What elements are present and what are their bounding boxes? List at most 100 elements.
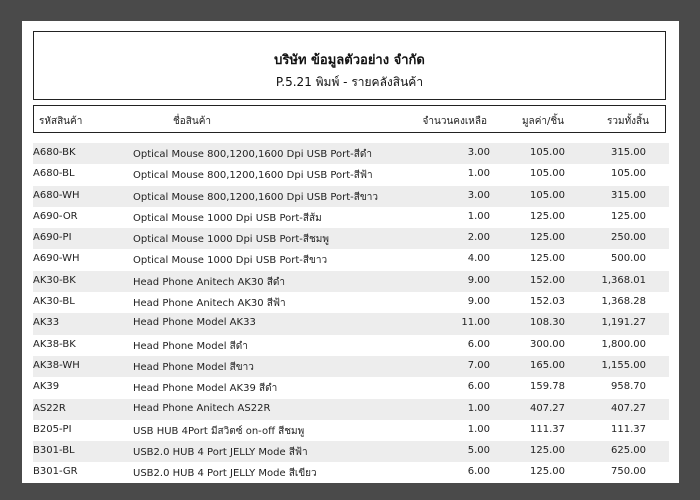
cell-total: 1,368.28 — [601, 296, 646, 308]
cell-unit-price: 152.03 — [530, 296, 565, 308]
table-row: B301-BL USB2.0 HUB 4 Port JELLY Mode สีฟ้… — [33, 441, 669, 463]
cell-qty: 3.00 — [467, 147, 490, 158]
cell-name: USB HUB 4Port มีสวิตซ์ on-off สีชมพู — [133, 425, 305, 437]
cell-unit-price: 159.78 — [530, 381, 565, 393]
cell-qty: 6.00 — [467, 338, 490, 350]
column-header-total: รวมทั้งสิ้น — [607, 116, 649, 127]
table-row: AK38-WH Head Phone Model สีขาว 7.00 165.00 1… — [33, 355, 669, 378]
table-row: AK30-BK Head Phone Anitech AK30 สีดำ 9.00 1… — [33, 270, 669, 293]
cell-code: A680-WH — [33, 189, 80, 201]
cell-code: A690-OR — [33, 210, 78, 222]
report-subtitle: P.5.21 พิมพ์ - รายคลังสินค้า — [275, 75, 424, 89]
cell-name: Optical Mouse 1000 Dpi USB Port-สีชมพู — [133, 234, 329, 246]
cell-name: USB2.0 HUB 4 Port JELLY Mode สีเขียว — [133, 468, 317, 480]
company-name: บริษัท ข้อมูลตัวอย่าง จำกัด — [274, 53, 425, 68]
cell-name: Optical Mouse 1000 Dpi USB Port-สีส้ม — [133, 212, 322, 224]
cell-total: 1,155.00 — [601, 359, 646, 371]
cell-unit-price: 300.00 — [530, 338, 565, 350]
cell-qty: 9.00 — [467, 296, 490, 308]
cell-unit-price: 108.30 — [530, 317, 565, 329]
column-header-code: รหัสสินค้า — [39, 116, 83, 127]
cell-unit-price: 105.00 — [530, 147, 565, 158]
cell-qty: 4.00 — [467, 253, 490, 265]
cell-code: A690-PI — [33, 232, 72, 244]
cell-total: 105.00 — [611, 168, 646, 180]
cell-qty: 11.00 — [461, 317, 490, 329]
cell-total: 407.27 — [611, 402, 646, 414]
table-row: A690-WH Optical Mouse 1000 Dpi USB Port-ส… — [33, 249, 669, 270]
table-row: A680-WH Optical Mouse 800,1200,1600 Dpi U… — [33, 185, 669, 207]
cell-code: B205-PI — [33, 423, 72, 435]
cell-unit-price: 105.00 — [530, 189, 565, 201]
cell-unit-price: 111.37 — [530, 423, 565, 435]
cell-total: 625.00 — [611, 445, 646, 457]
cell-code: A680-BK — [33, 147, 76, 158]
table-header: รหัสสินค้า ชื่อสินค้า จำนวนคงเหลือ มูลค่… — [33, 105, 666, 133]
cell-name: Head Phone Model สีดำ — [133, 340, 248, 352]
cell-name: Head Phone Anitech AS22R — [133, 402, 271, 414]
table-row: AK38-BK Head Phone Model สีดำ 6.00 300.00 1,… — [33, 335, 669, 356]
cell-code: AK30-BL — [33, 296, 75, 308]
cell-code: B301-BL — [33, 445, 75, 457]
cell-qty: 1.00 — [467, 210, 490, 222]
table-row: A680-BK Optical Mouse 800,1200,1600 Dpi U… — [33, 143, 669, 165]
table-row: AK33 Head Phone Model AK33 11.00 108.30 1,19… — [33, 313, 669, 335]
cell-qty: 3.00 — [467, 189, 490, 201]
column-header-unit-price: มูลค่า/ชิ้น — [521, 116, 564, 127]
cell-qty: 2.00 — [467, 232, 490, 244]
cell-code: AS22R — [33, 402, 66, 414]
column-header-qty: จำนวนคงเหลือ — [422, 116, 487, 127]
cell-qty: 6.00 — [467, 466, 490, 478]
cell-total: 958.70 — [611, 381, 646, 393]
cell-qty: 5.00 — [467, 445, 490, 457]
cell-name: Head Phone Model AK39 สีดำ — [133, 383, 278, 395]
cell-unit-price: 125.00 — [530, 253, 565, 265]
cell-total: 125.00 — [611, 210, 646, 222]
cell-name: Optical Mouse 800,1200,1600 Dpi USB Port… — [133, 149, 373, 160]
cell-qty: 1.00 — [467, 402, 490, 414]
table-row: AK30-BL Head Phone Anitech AK30 สีฟ้า 9.00… — [33, 292, 669, 313]
column-header-name: ชื่อสินค้า — [173, 116, 212, 127]
cell-total: 1,368.01 — [601, 274, 646, 286]
report-title-box: บริษัท ข้อมูลตัวอย่าง จำกัด P.5.21 พิมพ์… — [33, 31, 666, 100]
cell-code: A690-WH — [33, 253, 80, 265]
table-row: A680-BL Optical Mouse 800,1200,1600 Dpi U… — [33, 164, 669, 185]
cell-code: AK30-BK — [33, 274, 76, 286]
cell-name: Head Phone Model สีขาว — [133, 361, 254, 373]
cell-qty: 7.00 — [467, 359, 490, 371]
cell-unit-price: 125.00 — [530, 232, 565, 244]
cell-name: Head Phone Model AK33 — [133, 317, 256, 329]
cell-code: AK38-WH — [33, 359, 80, 371]
cell-total: 1,800.00 — [601, 338, 646, 350]
cell-unit-price: 152.00 — [530, 274, 565, 286]
cell-total: 315.00 — [611, 189, 646, 201]
table-body: A680-BK Optical Mouse 800,1200,1600 Dpi U… — [33, 143, 669, 483]
cell-qty: 9.00 — [467, 274, 490, 286]
table-row: AK39 Head Phone Model AK39 สีดำ 6.00 159.78… — [33, 377, 669, 398]
cell-total: 250.00 — [611, 232, 646, 244]
cell-name: Optical Mouse 1000 Dpi USB Port-สีขาว — [133, 255, 328, 267]
cell-unit-price: 125.00 — [530, 445, 565, 457]
report-page: บริษัท ข้อมูลตัวอย่าง จำกัด P.5.21 พิมพ์… — [22, 21, 679, 483]
table-row: B205-PI USB HUB 4Port มีสวิตซ์ on-off สีช… — [33, 420, 669, 441]
cell-unit-price: 407.27 — [530, 402, 565, 414]
cell-code: AK39 — [33, 381, 60, 393]
cell-code: B301-GR — [33, 466, 78, 478]
cell-total: 1,191.27 — [601, 317, 646, 329]
table-row: B301-GR USB2.0 HUB 4 Port JELLY Mode สีเข… — [33, 462, 669, 483]
cell-name: Optical Mouse 800,1200,1600 Dpi USB Port… — [133, 191, 378, 203]
cell-code: AK38-BK — [33, 338, 76, 350]
cell-total: 111.37 — [611, 423, 646, 435]
cell-name: USB2.0 HUB 4 Port JELLY Mode สีฟ้า — [133, 447, 308, 459]
cell-qty: 6.00 — [467, 381, 490, 393]
cell-unit-price: 165.00 — [530, 359, 565, 371]
cell-total: 500.00 — [611, 253, 646, 265]
cell-code: A680-BL — [33, 168, 75, 180]
cell-total: 315.00 — [611, 147, 646, 158]
cell-unit-price: 105.00 — [530, 168, 565, 180]
cell-unit-price: 125.00 — [530, 466, 565, 478]
cell-total: 750.00 — [611, 466, 646, 478]
cell-name: Optical Mouse 800,1200,1600 Dpi USB Port… — [133, 170, 373, 182]
cell-name: Head Phone Anitech AK30 สีฟ้า — [133, 298, 286, 310]
table-row: A690-OR Optical Mouse 1000 Dpi USB Port-ส… — [33, 207, 669, 228]
